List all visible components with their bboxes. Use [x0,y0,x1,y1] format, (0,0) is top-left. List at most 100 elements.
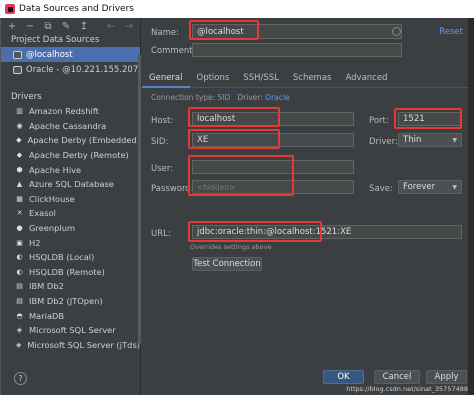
db2-icon: ▤ [16,297,23,306]
back-icon[interactable]: ← [106,21,116,32]
driver-item[interactable]: ▣ H2 [1,235,140,250]
driver-label: H2 [29,237,41,248]
tab-options[interactable]: Options [190,68,237,88]
database-icon [13,65,22,74]
driver-item[interactable]: ⬢ Apache Hive [1,162,140,177]
tab-bar: General Options SSH/SSL Schemas Advanced [142,68,469,88]
remove-icon[interactable]: − [25,21,35,32]
db2-icon: ▤ [16,282,23,291]
tab-schemas[interactable]: Schemas [286,68,339,88]
left-panel: + − ⧉ ✎ ↥ ← → Project Data Sources @loca… [1,18,141,395]
project-data-sources-title: Project Data Sources [11,35,100,45]
driver-item[interactable]: ◉ Apache Cassandra [1,119,140,134]
add-icon[interactable]: + [7,21,17,32]
tab-ssh-ssl[interactable]: SSH/SSL [236,68,286,88]
exasol-icon: ✕ [16,209,23,218]
connection-type-link[interactable]: SID [218,93,231,102]
color-picker-icon[interactable] [392,27,401,36]
highlight-port [394,108,462,129]
greenplum-icon: ● [16,224,23,233]
highlight-name [189,20,259,40]
driver-item[interactable]: ◆ Apache Derby (Remote) [1,148,140,163]
driver-label: Apache Cassandra [29,120,107,131]
copy-icon[interactable]: ⧉ [43,21,53,32]
driver-item[interactable]: ▲ Azure SQL Database [1,177,140,192]
driver-item[interactable]: ▤ IBM Db2 (JTOpen) [1,294,140,309]
driver-label: Apache Derby (Embedded) [27,135,140,146]
driver-item[interactable]: ◆ Apache Derby (Embedded) [1,133,140,148]
host-label: Host: [151,116,174,126]
window-titlebar: Data Sources and Drivers [0,0,474,18]
driver-label: Amazon Redshift [29,106,99,117]
forward-icon[interactable]: → [124,21,134,32]
derby-icon: ◆ [16,151,23,160]
driver-label: HSQLDB (Remote) [29,266,105,277]
driver-label: IBM Db2 (JTOpen) [29,296,103,307]
left-toolbar: + − ⧉ ✎ ↥ ← → [1,18,140,34]
redshift-icon: ▥ [16,107,23,116]
data-source-label: Oracle - @10.221.155.207 [26,64,139,75]
tab-general[interactable]: General [142,68,190,88]
drivers-title: Drivers [11,92,42,102]
driver-label: Exasol [29,208,56,219]
sid-label: SID: [151,137,169,147]
driver-label: Apache Derby (Remote) [29,150,129,161]
driver-list: ▥ Amazon Redshift ◉ Apache Cassandra ◆ Apache… [1,104,140,352]
highlight-host [188,107,280,127]
cassandra-icon: ◉ [16,121,23,130]
apply-button[interactable]: Apply [426,370,467,384]
driver-item[interactable]: ◐ HSQLDB (Remote) [1,265,140,280]
mssql-icon: ◈ [16,326,23,335]
derby-icon: ◆ [16,136,22,145]
driver-item[interactable]: ✕ Exasol [1,206,140,221]
app-icon [5,4,15,14]
settings-icon[interactable]: ✎ [61,21,71,32]
data-source-label: @localhost [26,49,73,60]
hsqldb-icon: ◐ [16,253,23,262]
reset-link[interactable]: Reset [439,27,463,37]
test-connection-button[interactable]: Test Connection [192,257,262,271]
highlight-credentials [188,155,294,196]
clickhouse-icon: ▦ [16,194,23,203]
tab-advanced[interactable]: Advanced [338,68,394,88]
driver-label: ClickHouse [29,193,75,204]
import-icon[interactable]: ↥ [79,21,89,32]
connection-info: Connection type: SID Driver: Oracle [151,93,290,102]
save-label: Save: [369,184,393,194]
driver-item[interactable]: ◓ MariaDB [1,308,140,323]
driver-label: IBM Db2 [29,281,64,292]
cancel-button[interactable]: Cancel [374,370,420,384]
hsqldb-icon: ◐ [16,267,23,276]
driver-type-label: Driver: [369,137,398,147]
driver-item[interactable]: ◈ Microsoft SQL Server [1,323,140,338]
left-scrollbar[interactable] [138,54,141,344]
driver-link[interactable]: Oracle [265,93,289,102]
database-icon [13,50,22,59]
h2-icon: ▣ [16,238,23,247]
ok-button[interactable]: OK [323,370,364,384]
driver-item[interactable]: ▦ ClickHouse [1,192,140,207]
data-source-oracle[interactable]: Oracle - @10.221.155.207 [1,62,140,77]
data-source-localhost[interactable]: @localhost [1,47,140,62]
comment-field[interactable] [192,43,402,57]
driver-label: Azure SQL Database [29,179,114,190]
highlight-sid [188,129,280,149]
mariadb-icon: ◓ [16,311,23,320]
watermark-text: https://blog.csdn.net/sinat_35757488 [346,385,468,393]
azure-icon: ▲ [16,180,23,189]
help-button[interactable]: ? [14,372,27,385]
name-label: Name: [151,28,179,38]
driver-item[interactable]: ● Greenplum [1,221,140,236]
data-sources-dialog: + − ⧉ ✎ ↥ ← → Project Data Sources @loca… [0,18,469,395]
driver-item[interactable]: ▥ Amazon Redshift [1,104,140,119]
chevron-down-icon: ▼ [452,183,457,191]
driver-label: Microsoft SQL Server [29,325,116,336]
save-select[interactable]: Forever ▼ [398,180,462,194]
driver-item[interactable]: ◐ HSQLDB (Local) [1,250,140,265]
comment-label: Comment: [151,46,196,56]
port-label: Port: [369,116,389,126]
user-label: User: [151,164,174,174]
driver-type-select[interactable]: Thin ▼ [398,133,462,147]
driver-item[interactable]: ▤ IBM Db2 [1,279,140,294]
driver-item[interactable]: ◈ Microsoft SQL Server (jTds) [1,338,140,353]
